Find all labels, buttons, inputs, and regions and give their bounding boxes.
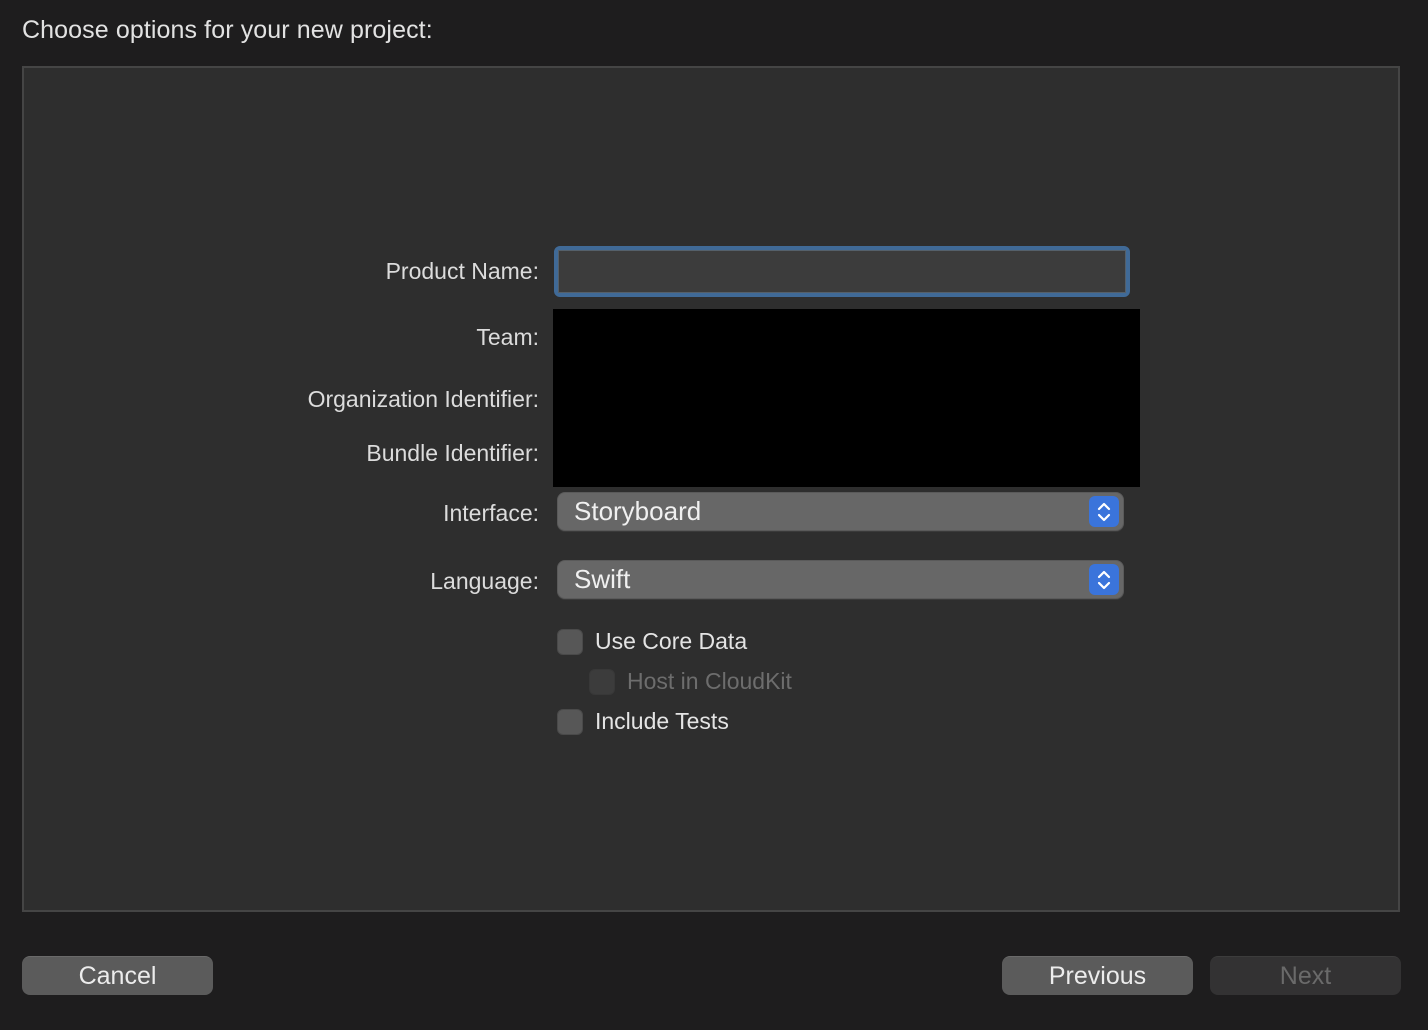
- include-tests-label: Include Tests: [595, 708, 729, 734]
- language-selected-value: Swift: [574, 564, 631, 594]
- organization-identifier-label: Organization Identifier:: [307, 386, 539, 412]
- up-down-chevron-icon: [1089, 564, 1119, 595]
- bundle-identifier-label: Bundle Identifier:: [366, 440, 539, 466]
- language-label: Language:: [430, 568, 539, 594]
- up-down-chevron-icon: [1089, 496, 1119, 527]
- product-name-input[interactable]: [558, 250, 1126, 293]
- team-label: Team:: [476, 324, 539, 350]
- checkbox-box: [589, 668, 615, 695]
- checkbox-box[interactable]: [557, 708, 583, 735]
- host-in-cloudkit-label: Host in CloudKit: [627, 668, 792, 694]
- host-in-cloudkit-checkbox: Host in CloudKit: [589, 668, 792, 695]
- dialog-title: Choose options for your new project:: [22, 16, 433, 44]
- redacted-region: [553, 309, 1140, 487]
- interface-popup[interactable]: Storyboard: [557, 492, 1124, 531]
- product-name-field-wrapper[interactable]: [554, 246, 1130, 297]
- cancel-button[interactable]: Cancel: [22, 956, 213, 995]
- use-core-data-label: Use Core Data: [595, 628, 748, 654]
- next-button: Next: [1210, 956, 1401, 995]
- interface-label: Interface:: [443, 500, 539, 526]
- checkbox-box[interactable]: [557, 628, 583, 655]
- use-core-data-checkbox[interactable]: Use Core Data: [557, 628, 747, 655]
- options-panel: [22, 66, 1400, 912]
- previous-button[interactable]: Previous: [1002, 956, 1193, 995]
- include-tests-checkbox[interactable]: Include Tests: [557, 708, 729, 735]
- interface-selected-value: Storyboard: [574, 496, 702, 526]
- language-popup[interactable]: Swift: [557, 560, 1124, 599]
- product-name-label: Product Name:: [385, 258, 539, 284]
